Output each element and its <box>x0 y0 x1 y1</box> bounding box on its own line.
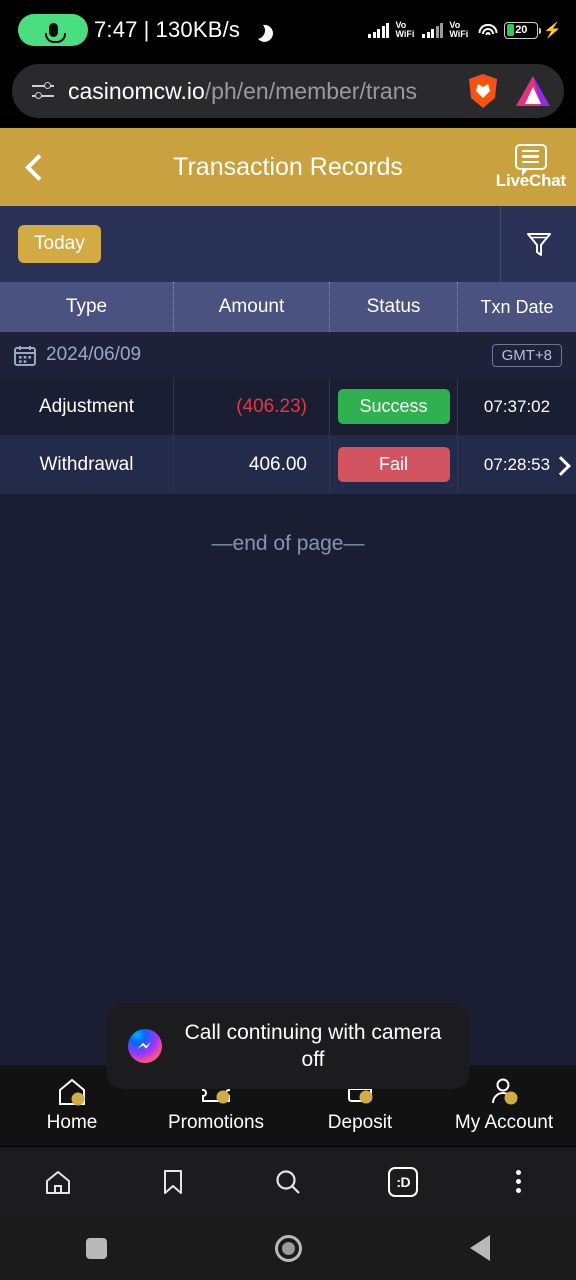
calendar-icon <box>14 345 36 366</box>
browser-tabs-button[interactable]: :D <box>346 1166 461 1197</box>
browser-menu-button[interactable] <box>461 1170 576 1193</box>
phone-screen: 7:47 | 130KB/s Vo WiFi Vo WiFi 20 ⚡ casi… <box>0 0 576 1280</box>
cell-amount: 406.00 <box>173 436 329 493</box>
brave-triangle-logo-icon[interactable] <box>514 74 552 108</box>
android-back-button[interactable] <box>384 1235 576 1261</box>
status-bar-separator: | <box>143 17 150 42</box>
kebab-menu-icon <box>515 1170 521 1193</box>
toast-notification[interactable]: Call continuing with camera off <box>106 1003 470 1089</box>
circle-home-icon <box>274 1234 302 1262</box>
tabs-count-badge: :D <box>388 1166 419 1197</box>
table-header-row: Type Amount Status Txn Date <box>0 282 576 332</box>
tune-settings-icon[interactable] <box>32 82 54 100</box>
today-filter-pill[interactable]: Today <box>18 225 101 263</box>
table-row[interactable]: Adjustment (406.23) Success 07:37:02 <box>0 378 576 436</box>
browser-url-bar-container: casinomcw.io/ph/en/member/trans <box>0 60 576 128</box>
site-nav-label: Promotions <box>167 1112 265 1133</box>
url-domain: casinomcw.io <box>68 77 205 104</box>
status-bar-right: Vo WiFi Vo WiFi 20 ⚡ <box>368 19 562 40</box>
battery-icon: 20 <box>504 21 542 39</box>
android-navigation-bar <box>0 1216 576 1280</box>
status-bar: 7:47 | 130KB/s Vo WiFi Vo WiFi 20 ⚡ <box>0 0 576 60</box>
browser-search-button[interactable] <box>230 1167 345 1197</box>
messenger-icon <box>128 1029 162 1063</box>
chat-bubble-icon <box>514 143 547 176</box>
status-bar-left: 7:47 | 130KB/s <box>18 14 265 46</box>
browser-toolbar: :D <box>0 1146 576 1216</box>
home-coin-icon <box>55 1077 89 1107</box>
livechat-label: LiveChat <box>495 170 566 190</box>
date-group-label: 2024/06/09 <box>46 344 142 365</box>
browser-bookmark-button[interactable] <box>115 1167 230 1197</box>
column-header-txn-date: Txn Date <box>457 282 576 332</box>
txn-time-label: 07:28:53 <box>483 454 551 474</box>
microphone-icon <box>18 14 88 46</box>
column-header-status: Status <box>329 282 457 332</box>
filter-bar: Today <box>0 206 576 282</box>
lightning-bolt-icon: ⚡ <box>543 21 562 39</box>
cell-txn-time: 07:28:53 <box>457 436 576 493</box>
vowifi-label-sim2: Vo WiFi <box>449 19 469 39</box>
toast-message: Call continuing with camera off <box>184 1021 442 1071</box>
site-nav-label: Deposit <box>327 1112 393 1133</box>
status-badge: Fail <box>337 447 450 482</box>
chevron-left-icon[interactable] <box>22 154 48 180</box>
brave-lion-shield-icon[interactable] <box>466 73 500 109</box>
url-bar[interactable]: casinomcw.io/ph/en/member/trans <box>12 64 564 118</box>
android-recents-button[interactable] <box>0 1237 192 1259</box>
status-bar-time: 7:47 <box>94 17 138 42</box>
chevron-right-icon[interactable] <box>552 457 568 473</box>
vowifi-label-sim1: Vo WiFi <box>395 19 415 39</box>
android-home-button[interactable] <box>192 1234 384 1262</box>
app-header: Transaction Records LiveChat <box>0 128 576 206</box>
battery-percent-label: 20 <box>515 24 528 36</box>
date-group-row: 2024/06/09 GMT+8 <box>0 332 576 378</box>
page-title: Transaction Records <box>173 152 403 181</box>
browser-home-button[interactable] <box>0 1168 115 1196</box>
url-path: /ph/en/member/trans <box>204 77 417 104</box>
signal-bars-sim1-icon <box>368 22 390 38</box>
site-nav-label: My Account <box>454 1112 554 1133</box>
funnel-filter-icon <box>524 229 554 259</box>
column-header-type: Type <box>65 296 108 317</box>
column-header-amount: Amount <box>173 282 329 332</box>
cell-status: Success <box>329 378 457 435</box>
status-badge: Success <box>337 389 450 424</box>
status-bar-network-speed: 130KB/s <box>155 17 241 42</box>
end-of-page-label: —end of page— <box>211 532 365 555</box>
table-row[interactable]: Withdrawal 406.00 Fail 07:28:53 <box>0 436 576 494</box>
cell-type: Adjustment <box>38 395 135 417</box>
bookmark-icon <box>163 1169 182 1194</box>
filter-button[interactable] <box>500 206 576 282</box>
home-icon <box>45 1170 70 1194</box>
web-page-content: Transaction Records LiveChat Today Type … <box>0 128 576 1146</box>
cell-txn-time: 07:37:02 <box>457 378 576 435</box>
url-text[interactable]: casinomcw.io/ph/en/member/trans <box>68 78 452 105</box>
livechat-button[interactable]: LiveChat <box>495 143 566 191</box>
signal-bars-sim2-icon <box>422 22 444 38</box>
timezone-badge: GMT+8 <box>491 343 562 367</box>
triangle-back-icon <box>470 1235 490 1261</box>
crescent-moon-icon <box>245 19 268 42</box>
cell-type: Withdrawal <box>39 453 134 475</box>
search-icon <box>276 1169 300 1194</box>
cell-status: Fail <box>329 436 457 493</box>
user-coin-icon <box>487 1077 521 1107</box>
site-nav-label: Home <box>46 1112 98 1133</box>
cell-amount: (406.23) <box>173 378 329 435</box>
square-recents-icon <box>85 1237 107 1259</box>
wifi-icon <box>478 23 498 38</box>
